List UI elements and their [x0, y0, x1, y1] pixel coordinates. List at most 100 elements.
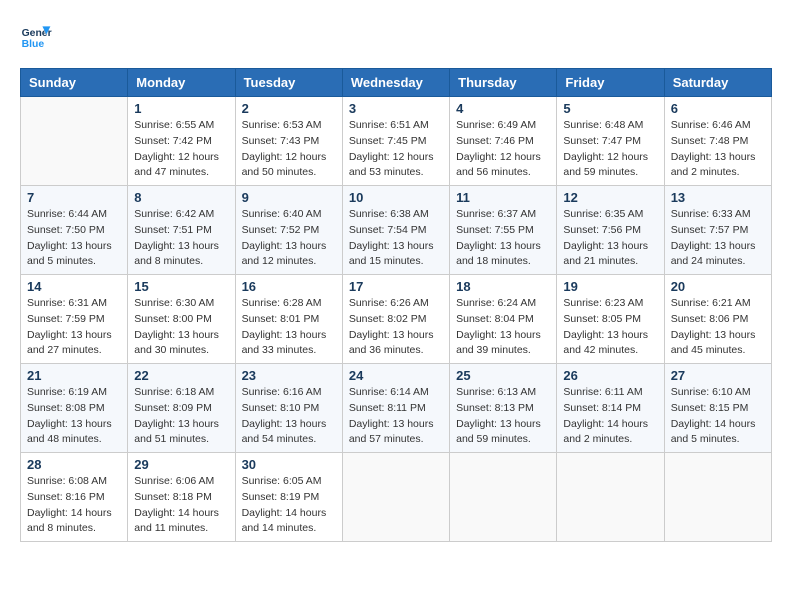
- day-number: 4: [456, 101, 550, 116]
- day-number: 16: [242, 279, 336, 294]
- calendar-cell: [557, 453, 664, 542]
- calendar-cell: 17 Sunrise: 6:26 AMSunset: 8:02 PMDayligh…: [342, 275, 449, 364]
- day-number: 26: [563, 368, 657, 383]
- day-info: Sunrise: 6:23 AMSunset: 8:05 PMDaylight:…: [563, 296, 657, 359]
- day-number: 8: [134, 190, 228, 205]
- calendar-cell: 13 Sunrise: 6:33 AMSunset: 7:57 PMDayligh…: [664, 186, 771, 275]
- weekday-header-cell: Thursday: [450, 69, 557, 97]
- calendar-cell: 4 Sunrise: 6:49 AMSunset: 7:46 PMDaylight…: [450, 97, 557, 186]
- day-number: 9: [242, 190, 336, 205]
- calendar-cell: 28Sunrise: 6:08 AMSunset: 8:16 PMDayligh…: [21, 453, 128, 542]
- day-number: 15: [134, 279, 228, 294]
- weekday-header-row: SundayMondayTuesdayWednesdayThursdayFrid…: [21, 69, 772, 97]
- day-info: Sunrise: 6:46 AMSunset: 7:48 PMDaylight:…: [671, 118, 765, 181]
- day-number: 25: [456, 368, 550, 383]
- day-number: 7: [27, 190, 121, 205]
- day-info: Sunrise: 6:26 AMSunset: 8:02 PMDaylight:…: [349, 296, 443, 359]
- calendar-cell: 23 Sunrise: 6:16 AMSunset: 8:10 PMDayligh…: [235, 364, 342, 453]
- day-number: 10: [349, 190, 443, 205]
- page-header: General Blue: [20, 20, 772, 52]
- day-info: Sunrise: 6:28 AMSunset: 8:01 PMDaylight:…: [242, 296, 336, 359]
- calendar-table: SundayMondayTuesdayWednesdayThursdayFrid…: [20, 68, 772, 542]
- calendar-week-row: 1Sunrise: 6:55 AMSunset: 7:42 PMDaylight…: [21, 97, 772, 186]
- calendar-cell: 22 Sunrise: 6:18 AMSunset: 8:09 PMDayligh…: [128, 364, 235, 453]
- day-info: Sunrise: 6:53 AMSunset: 7:43 PMDaylight:…: [242, 118, 336, 181]
- logo: General Blue: [20, 20, 56, 52]
- calendar-cell: 26 Sunrise: 6:11 AMSunset: 8:14 PMDayligh…: [557, 364, 664, 453]
- weekday-header-cell: Monday: [128, 69, 235, 97]
- calendar-week-row: 7 Sunrise: 6:44 AMSunset: 7:50 PMDaylight…: [21, 186, 772, 275]
- calendar-cell: 9 Sunrise: 6:40 AMSunset: 7:52 PMDaylight…: [235, 186, 342, 275]
- calendar-cell: 30Sunrise: 6:05 AMSunset: 8:19 PMDayligh…: [235, 453, 342, 542]
- calendar-cell: 6 Sunrise: 6:46 AMSunset: 7:48 PMDaylight…: [664, 97, 771, 186]
- day-number: 23: [242, 368, 336, 383]
- weekday-header-cell: Tuesday: [235, 69, 342, 97]
- calendar-cell: 11 Sunrise: 6:37 AMSunset: 7:55 PMDayligh…: [450, 186, 557, 275]
- day-info: Sunrise: 6:44 AMSunset: 7:50 PMDaylight:…: [27, 207, 121, 270]
- day-info: Sunrise: 6:31 AMSunset: 7:59 PMDaylight:…: [27, 296, 121, 359]
- calendar-cell: 10 Sunrise: 6:38 AMSunset: 7:54 PMDayligh…: [342, 186, 449, 275]
- day-number: 27: [671, 368, 765, 383]
- calendar-cell: 18 Sunrise: 6:24 AMSunset: 8:04 PMDayligh…: [450, 275, 557, 364]
- day-number: 29: [134, 457, 228, 472]
- day-info: Sunrise: 6:14 AMSunset: 8:11 PMDaylight:…: [349, 385, 443, 448]
- day-info: Sunrise: 6:49 AMSunset: 7:46 PMDaylight:…: [456, 118, 550, 181]
- day-number: 18: [456, 279, 550, 294]
- calendar-cell: [21, 97, 128, 186]
- day-number: 20: [671, 279, 765, 294]
- day-number: 2: [242, 101, 336, 116]
- day-info: Sunrise: 6:38 AMSunset: 7:54 PMDaylight:…: [349, 207, 443, 270]
- day-info: Sunrise: 6:05 AMSunset: 8:19 PMDaylight:…: [242, 474, 336, 537]
- calendar-week-row: 21Sunrise: 6:19 AMSunset: 8:08 PMDayligh…: [21, 364, 772, 453]
- calendar-cell: 21Sunrise: 6:19 AMSunset: 8:08 PMDayligh…: [21, 364, 128, 453]
- calendar-cell: [342, 453, 449, 542]
- day-number: 12: [563, 190, 657, 205]
- day-info: Sunrise: 6:24 AMSunset: 8:04 PMDaylight:…: [456, 296, 550, 359]
- calendar-cell: [450, 453, 557, 542]
- day-info: Sunrise: 6:16 AMSunset: 8:10 PMDaylight:…: [242, 385, 336, 448]
- calendar-cell: 27 Sunrise: 6:10 AMSunset: 8:15 PMDayligh…: [664, 364, 771, 453]
- day-info: Sunrise: 6:06 AMSunset: 8:18 PMDaylight:…: [134, 474, 228, 537]
- day-number: 5: [563, 101, 657, 116]
- calendar-cell: 7 Sunrise: 6:44 AMSunset: 7:50 PMDaylight…: [21, 186, 128, 275]
- day-info: Sunrise: 6:37 AMSunset: 7:55 PMDaylight:…: [456, 207, 550, 270]
- day-number: 3: [349, 101, 443, 116]
- day-number: 6: [671, 101, 765, 116]
- day-info: Sunrise: 6:11 AMSunset: 8:14 PMDaylight:…: [563, 385, 657, 448]
- day-info: Sunrise: 6:33 AMSunset: 7:57 PMDaylight:…: [671, 207, 765, 270]
- day-info: Sunrise: 6:19 AMSunset: 8:08 PMDaylight:…: [27, 385, 121, 448]
- logo-icon: General Blue: [20, 20, 52, 52]
- calendar-week-row: 14Sunrise: 6:31 AMSunset: 7:59 PMDayligh…: [21, 275, 772, 364]
- calendar-cell: 3 Sunrise: 6:51 AMSunset: 7:45 PMDaylight…: [342, 97, 449, 186]
- day-info: Sunrise: 6:10 AMSunset: 8:15 PMDaylight:…: [671, 385, 765, 448]
- calendar-cell: 15 Sunrise: 6:30 AMSunset: 8:00 PMDayligh…: [128, 275, 235, 364]
- day-number: 24: [349, 368, 443, 383]
- day-info: Sunrise: 6:18 AMSunset: 8:09 PMDaylight:…: [134, 385, 228, 448]
- day-number: 11: [456, 190, 550, 205]
- svg-text:Blue: Blue: [22, 39, 45, 50]
- calendar-cell: 8 Sunrise: 6:42 AMSunset: 7:51 PMDaylight…: [128, 186, 235, 275]
- calendar-cell: 16 Sunrise: 6:28 AMSunset: 8:01 PMDayligh…: [235, 275, 342, 364]
- day-number: 13: [671, 190, 765, 205]
- weekday-header-cell: Saturday: [664, 69, 771, 97]
- day-number: 28: [27, 457, 121, 472]
- calendar-cell: [664, 453, 771, 542]
- day-number: 17: [349, 279, 443, 294]
- calendar-cell: 20Sunrise: 6:21 AMSunset: 8:06 PMDayligh…: [664, 275, 771, 364]
- day-info: Sunrise: 6:30 AMSunset: 8:00 PMDaylight:…: [134, 296, 228, 359]
- day-info: Sunrise: 6:35 AMSunset: 7:56 PMDaylight:…: [563, 207, 657, 270]
- calendar-cell: 2 Sunrise: 6:53 AMSunset: 7:43 PMDaylight…: [235, 97, 342, 186]
- day-info: Sunrise: 6:40 AMSunset: 7:52 PMDaylight:…: [242, 207, 336, 270]
- day-info: Sunrise: 6:55 AMSunset: 7:42 PMDaylight:…: [134, 118, 228, 181]
- calendar-cell: 24 Sunrise: 6:14 AMSunset: 8:11 PMDayligh…: [342, 364, 449, 453]
- calendar-cell: 25 Sunrise: 6:13 AMSunset: 8:13 PMDayligh…: [450, 364, 557, 453]
- calendar-cell: 12 Sunrise: 6:35 AMSunset: 7:56 PMDayligh…: [557, 186, 664, 275]
- day-info: Sunrise: 6:13 AMSunset: 8:13 PMDaylight:…: [456, 385, 550, 448]
- calendar-cell: 29 Sunrise: 6:06 AMSunset: 8:18 PMDayligh…: [128, 453, 235, 542]
- calendar-body: 1Sunrise: 6:55 AMSunset: 7:42 PMDaylight…: [21, 97, 772, 542]
- calendar-week-row: 28Sunrise: 6:08 AMSunset: 8:16 PMDayligh…: [21, 453, 772, 542]
- day-info: Sunrise: 6:42 AMSunset: 7:51 PMDaylight:…: [134, 207, 228, 270]
- day-info: Sunrise: 6:51 AMSunset: 7:45 PMDaylight:…: [349, 118, 443, 181]
- day-number: 22: [134, 368, 228, 383]
- weekday-header-cell: Wednesday: [342, 69, 449, 97]
